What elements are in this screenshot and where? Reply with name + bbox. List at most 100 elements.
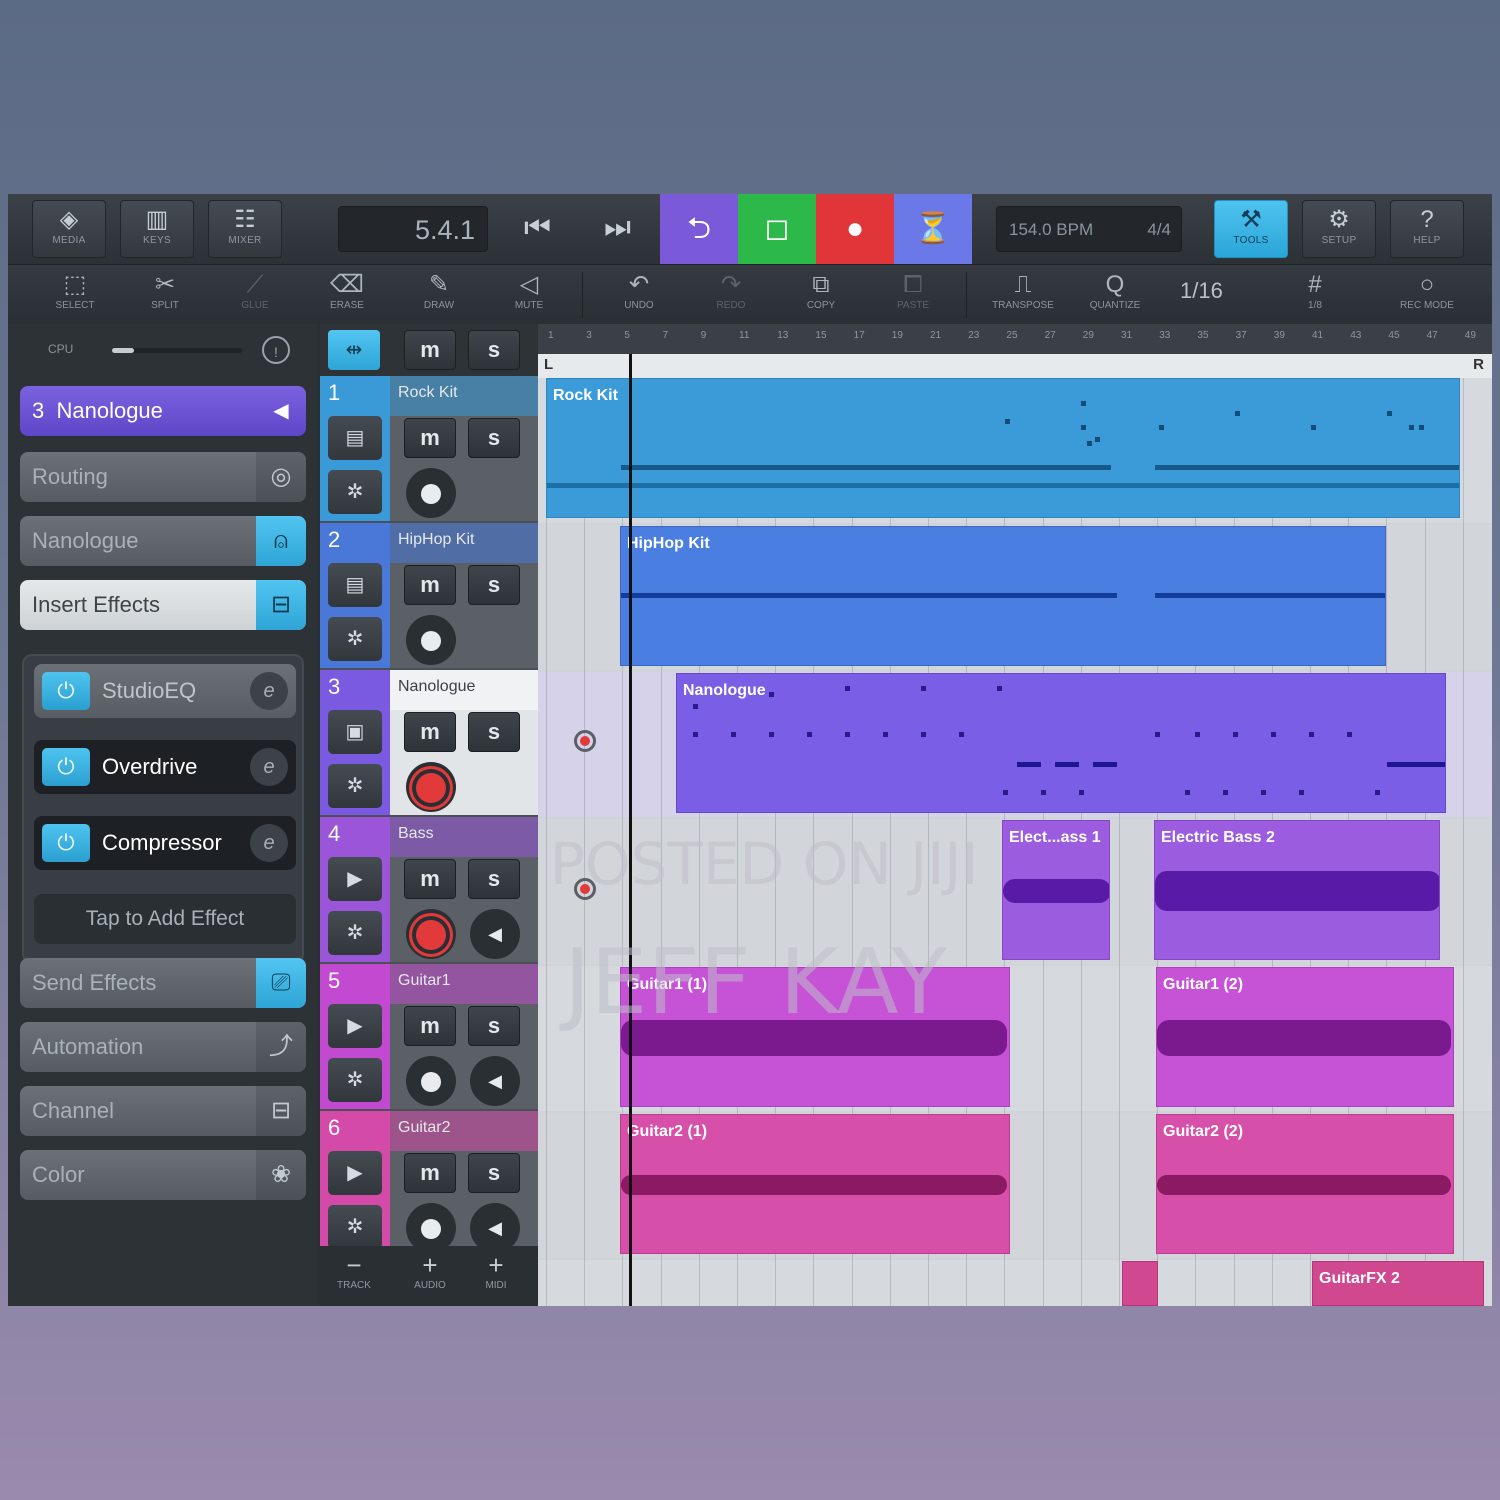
arrangement-view[interactable]: 1 3 5 7 9 11 13 15 17 19 21 23 25 27 29 31 33 35 37 39 41 43 4… bbox=[538, 324, 1492, 1306]
solo-button[interactable]: s bbox=[468, 712, 520, 752]
go-to-end-icon[interactable]: ⏭ bbox=[604, 208, 631, 248]
paste-button[interactable]: ⧠ PASTE bbox=[870, 270, 956, 320]
undo-button[interactable]: ↶ UNDO bbox=[596, 270, 682, 320]
settings-icon[interactable]: ✲ bbox=[328, 764, 382, 808]
stop-button[interactable]: ◻ bbox=[738, 194, 816, 264]
audio-clip[interactable]: Guitar2 (1) bbox=[620, 1114, 1010, 1254]
global-solo-button[interactable]: s bbox=[468, 330, 520, 370]
power-icon[interactable]: ⏻ bbox=[42, 748, 90, 786]
tempo-display[interactable]: 154.0 BPM 4/4 bbox=[996, 206, 1182, 252]
automation-section[interactable]: Automation ⤴ bbox=[20, 1022, 306, 1072]
mute-button[interactable]: m bbox=[404, 1153, 456, 1193]
add-effect-button[interactable]: Tap to Add Effect bbox=[34, 894, 296, 944]
track-header[interactable]: 2 HipHop Kit ▤ ✲ m s bbox=[320, 523, 538, 668]
instrument-section[interactable]: Nanologue ⍝ bbox=[20, 516, 306, 566]
record-arm-button[interactable] bbox=[406, 1056, 456, 1106]
mute-tool[interactable]: ◁ MUTE bbox=[486, 270, 572, 320]
midi-clip[interactable]: Rock Kit bbox=[546, 378, 1460, 518]
record-arm-button[interactable] bbox=[406, 909, 456, 959]
record-button[interactable]: ● bbox=[816, 194, 894, 264]
setup-button[interactable]: ⚙ SETUP bbox=[1302, 200, 1376, 258]
solo-button[interactable]: s bbox=[468, 1153, 520, 1193]
timeline-ruler[interactable]: 1 3 5 7 9 11 13 15 17 19 21 23 25 27 29 31 33 35 37 39 41 43 4… bbox=[538, 324, 1492, 354]
grid-button[interactable]: #1/8 bbox=[1272, 270, 1358, 320]
add-audio-track-button[interactable]: + AUDIO bbox=[400, 1250, 460, 1291]
record-arm-button[interactable] bbox=[406, 468, 456, 518]
track-header[interactable]: 4 Bass ▶ ✲ m s ◀ bbox=[320, 817, 538, 962]
power-icon[interactable]: ⏻ bbox=[42, 824, 90, 862]
effect-slot-1[interactable]: ⏻ StudioEQ e bbox=[34, 664, 296, 718]
redo-button[interactable]: ↷ REDO bbox=[688, 270, 774, 320]
copy-button[interactable]: ⧉ COPY bbox=[778, 270, 864, 320]
mute-button[interactable]: m bbox=[404, 565, 456, 605]
drum-icon[interactable]: ▤ bbox=[328, 563, 382, 607]
position-display[interactable]: 5.4.1 bbox=[338, 206, 488, 252]
midi-clip[interactable]: Nanologue bbox=[676, 673, 1446, 813]
power-icon[interactable]: ⏻ bbox=[42, 672, 90, 710]
audio-clip[interactable]: Guitar1 (2) bbox=[1156, 967, 1454, 1107]
monitor-button[interactable]: ◀ bbox=[470, 1056, 520, 1106]
track-header[interactable]: 5 Guitar1 ▶ ✲ m s ◀ bbox=[320, 964, 538, 1109]
send-effects-section[interactable]: Send Effects ⎚ bbox=[20, 958, 306, 1008]
split-tool[interactable]: ✂ SPLIT bbox=[122, 270, 208, 320]
tools-button[interactable]: ⚒ TOOLS bbox=[1214, 200, 1288, 258]
collapse-arrow-icon[interactable]: ◀ bbox=[256, 386, 306, 436]
quantize-button[interactable]: Q QUANTIZE bbox=[1072, 270, 1158, 320]
global-mute-button[interactable]: m bbox=[404, 330, 456, 370]
audio-clip[interactable]: Electric Bass 2 bbox=[1154, 820, 1440, 960]
effect-slot-3[interactable]: ⏻ Compressor e bbox=[34, 816, 296, 870]
help-button[interactable]: ? HELP bbox=[1390, 200, 1464, 258]
transpose-button[interactable]: ⎍ TRANSPOSE bbox=[980, 270, 1066, 320]
remove-track-button[interactable]: − TRACK bbox=[324, 1250, 384, 1291]
color-section[interactable]: Color ❀ bbox=[20, 1150, 306, 1200]
glue-tool[interactable]: ⟋ GLUE bbox=[212, 270, 298, 320]
mute-button[interactable]: m bbox=[404, 1006, 456, 1046]
mixer-button[interactable]: ☷ MIXER bbox=[208, 200, 282, 258]
info-icon[interactable]: ! bbox=[262, 336, 290, 364]
rec-mode-button[interactable]: ○ REC MODE bbox=[1384, 270, 1470, 320]
drum-icon[interactable]: ▤ bbox=[328, 416, 382, 460]
audio-clip[interactable]: GuitarFX 2 bbox=[1312, 1261, 1484, 1306]
solo-button[interactable]: s bbox=[468, 418, 520, 458]
track-header[interactable]: 1 Rock Kit ▤ ✲ m s bbox=[320, 376, 538, 521]
metronome-button[interactable]: ⏳ bbox=[894, 194, 972, 264]
erase-tool[interactable]: ⌫ ERASE bbox=[304, 270, 390, 320]
settings-icon[interactable]: ✲ bbox=[328, 911, 382, 955]
effect-slot-2[interactable]: ⏻ Overdrive e bbox=[34, 740, 296, 794]
record-arm-button[interactable] bbox=[406, 762, 456, 812]
synth-icon[interactable]: ▣ bbox=[328, 710, 382, 754]
settings-icon[interactable]: ✲ bbox=[328, 470, 382, 514]
settings-icon[interactable]: ✲ bbox=[328, 617, 382, 661]
right-locator[interactable]: R bbox=[1473, 356, 1484, 373]
quantize-value[interactable]: 1/16 bbox=[1180, 278, 1223, 304]
insert-effects-section[interactable]: Insert Effects ⊟ bbox=[20, 580, 306, 630]
left-locator[interactable]: L bbox=[544, 356, 553, 373]
solo-button[interactable]: s bbox=[468, 565, 520, 605]
solo-button[interactable]: s bbox=[468, 859, 520, 899]
solo-button[interactable]: s bbox=[468, 1006, 520, 1046]
play-icon[interactable]: ▶ bbox=[328, 1004, 382, 1048]
settings-icon[interactable]: ✲ bbox=[328, 1205, 382, 1249]
channel-section[interactable]: Channel ⊟ bbox=[20, 1086, 306, 1136]
edit-icon[interactable]: e bbox=[250, 672, 288, 710]
midi-clip[interactable]: HipHop Kit bbox=[620, 526, 1386, 666]
audio-clip[interactable] bbox=[1122, 1261, 1158, 1306]
keys-button[interactable]: ▥ KEYS bbox=[120, 200, 194, 258]
record-arm-button[interactable] bbox=[406, 615, 456, 665]
mute-button[interactable]: m bbox=[404, 712, 456, 752]
routing-section[interactable]: Routing ◎ bbox=[20, 452, 306, 502]
audio-clip[interactable]: Elect...ass 1 bbox=[1002, 820, 1110, 960]
go-to-start-icon[interactable]: ⏮ bbox=[524, 208, 551, 248]
edit-icon[interactable]: e bbox=[250, 748, 288, 786]
selected-track-header[interactable]: 3 Nanologue ◀ bbox=[20, 386, 306, 436]
mute-button[interactable]: m bbox=[404, 859, 456, 899]
mute-button[interactable]: m bbox=[404, 418, 456, 458]
select-tool[interactable]: ⬚ SELECT bbox=[32, 270, 118, 320]
add-midi-track-button[interactable]: + MIDI bbox=[466, 1250, 526, 1291]
cycle-button[interactable]: ⮌ bbox=[660, 194, 738, 264]
record-monitor-knob[interactable] bbox=[574, 730, 596, 752]
play-icon[interactable]: ▶ bbox=[328, 1151, 382, 1195]
track-header[interactable]: 6 Guitar2 ▶ ✲ m s ◀ bbox=[320, 1111, 538, 1256]
audio-clip[interactable]: Guitar2 (2) bbox=[1156, 1114, 1454, 1254]
monitor-button[interactable]: ◀ bbox=[470, 909, 520, 959]
